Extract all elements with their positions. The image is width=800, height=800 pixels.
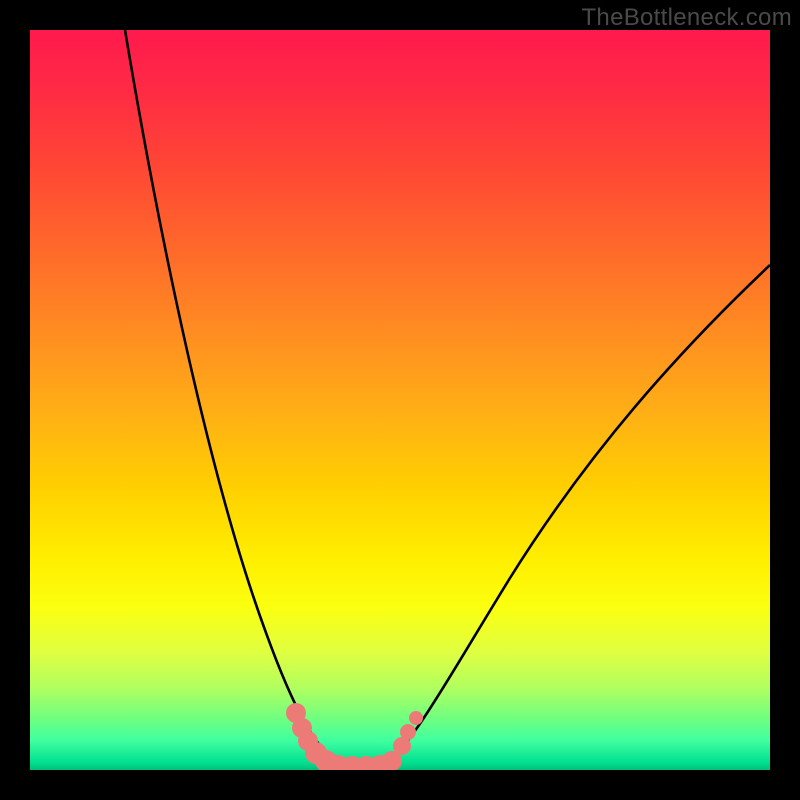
- watermark-text: TheBottleneck.com: [581, 4, 792, 32]
- plot-area: [30, 30, 770, 770]
- marker: [400, 724, 416, 740]
- marker-group: [286, 703, 423, 770]
- left-curve: [125, 30, 342, 766]
- chart-frame: TheBottleneck.com: [0, 0, 800, 800]
- curves-svg: [30, 30, 770, 770]
- marker: [409, 711, 423, 725]
- right-curve: [382, 265, 770, 766]
